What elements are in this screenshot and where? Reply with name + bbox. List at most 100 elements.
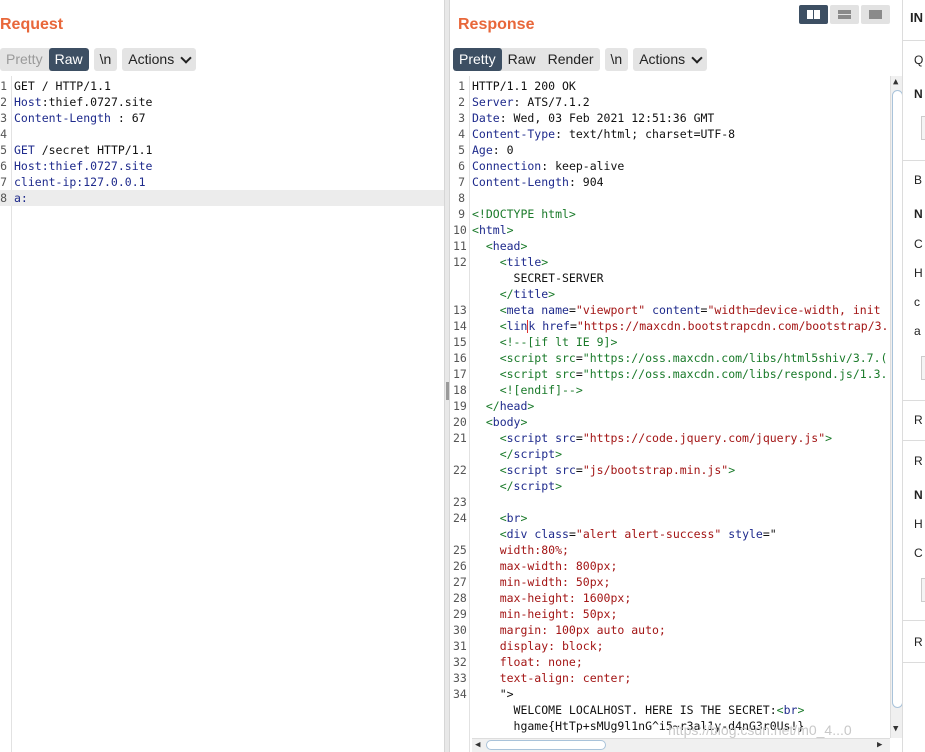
code-line[interactable]: 7 Content-Length: 904 [453, 174, 905, 190]
code-line[interactable]: 18 <![endif]--> [453, 382, 905, 398]
code-line[interactable]: 25 width:80%; [453, 542, 905, 558]
inspector-row[interactable]: H [914, 517, 923, 531]
line-code: <script src="https://code.jquery.com/jqu… [472, 430, 832, 446]
newline-toggle-button[interactable]: \n [604, 48, 629, 71]
inspector-request-label[interactable]: R [914, 413, 923, 427]
code-line[interactable]: 24 <br> [453, 510, 905, 526]
code-line[interactable]: 5 GET /secret HTTP/1.1 [0, 142, 444, 158]
code-line[interactable]: 10 <html> [453, 222, 905, 238]
code-line[interactable]: 4 [0, 126, 444, 142]
code-line[interactable]: 30 margin: 100px auto auto; [453, 622, 905, 638]
line-number: 5 [0, 143, 7, 157]
inspector-row[interactable]: C [914, 237, 923, 251]
code-line[interactable]: 14 <link href="https://maxcdn.bootstrapc… [453, 318, 905, 334]
actions-button[interactable]: Actions [633, 48, 708, 71]
code-line[interactable]: 1 GET / HTTP/1.1 [0, 78, 444, 94]
code-line[interactable]: 9 <!DOCTYPE html> [453, 206, 905, 222]
code-line[interactable]: 3 Content-Length : 67 [0, 110, 444, 126]
inspector-panel: IN Q N B N C H c a R R N H C R [902, 0, 925, 752]
code-line[interactable]: WELCOME LOCALHOST. HERE IS THE SECRET:<b… [453, 702, 905, 718]
layout-single-button[interactable] [861, 5, 890, 24]
line-code: Connection: keep-alive [472, 158, 624, 174]
actions-button[interactable]: Actions [122, 48, 197, 71]
code-line[interactable]: 21 <script src="https://code.jquery.com/… [453, 430, 905, 446]
line-code: <title> [472, 254, 549, 270]
layout-stacked-button[interactable] [830, 5, 859, 24]
code-token: max-height: 1600px; [472, 591, 632, 605]
code-line[interactable]: 2 Server: ATS/7.1.2 [453, 94, 905, 110]
newline-toggle-button[interactable]: \n [93, 48, 118, 71]
line-number: 28 [453, 591, 467, 605]
code-line[interactable]: 32 float: none; [453, 654, 905, 670]
code-line[interactable]: 6 Connection: keep-alive [453, 158, 905, 174]
code-line[interactable]: </title> [453, 286, 905, 302]
inspector-row[interactable]: C [914, 546, 923, 560]
inspector-row[interactable]: c [914, 295, 920, 309]
inspector-query-label[interactable]: Q [914, 53, 923, 67]
code-line[interactable]: 3 Date: Wed, 03 Feb 2021 12:51:36 GMT [453, 110, 905, 126]
code-line[interactable]: 28 max-height: 1600px; [453, 590, 905, 606]
scroll-up-arrow-icon[interactable]: ▲ [893, 77, 898, 87]
code-line[interactable]: 20 <body> [453, 414, 905, 430]
layout-side-by-side-button[interactable] [799, 5, 828, 24]
splitter-grip-icon[interactable] [446, 382, 449, 400]
line-code: <br> [472, 510, 528, 526]
scroll-left-arrow-icon[interactable]: ◀ [475, 740, 480, 750]
code-line[interactable]: 1 HTTP/1.1 200 OK [453, 78, 905, 94]
inspector-add-button[interactable] [921, 356, 925, 380]
code-line[interactable]: 12 <title> [453, 254, 905, 270]
code-line[interactable]: <div class="alert alert-success" style=" [453, 526, 905, 542]
code-token: < [472, 527, 507, 541]
code-line[interactable]: 27 min-width: 50px; [453, 574, 905, 590]
inspector-add-button[interactable] [921, 578, 925, 602]
code-line[interactable]: 4 Content-Type: text/html; charset=UTF-8 [453, 126, 905, 142]
code-line[interactable]: SECRET-SERVER [453, 270, 905, 286]
code-line[interactable]: 2 Host:thief.0727.site [0, 94, 444, 110]
scroll-down-arrow-icon[interactable]: ▼ [893, 724, 898, 734]
code-line[interactable]: </script> [453, 446, 905, 462]
line-number: 8 [458, 191, 465, 205]
code-token: < [776, 703, 784, 717]
horizontal-scrollbar[interactable]: ◀ ▶ [472, 738, 890, 752]
code-line[interactable]: 34 "> [453, 686, 905, 702]
code-token: < [472, 239, 493, 253]
code-line[interactable]: 7 client-ip:127.0.0.1 [0, 174, 444, 190]
code-line[interactable]: 8 a: [0, 190, 444, 206]
code-line[interactable]: 26 max-width: 800px; [453, 558, 905, 574]
code-line[interactable]: 16 <script src="https://oss.maxcdn.com/l… [453, 350, 905, 366]
horizontal-scroll-thumb[interactable] [486, 740, 606, 750]
code-line[interactable]: 13 <meta name="viewport" content="width=… [453, 302, 905, 318]
line-code: SECRET-SERVER [472, 270, 604, 286]
inspector-row[interactable]: H [914, 266, 923, 280]
code-line[interactable]: 29 min-height: 50px; [453, 606, 905, 622]
inspector-label[interactable]: R [914, 635, 923, 649]
response-editor[interactable]: 1 HTTP/1.1 200 OK 2 Server: ATS/7.1.2 3 Date:… [453, 76, 905, 752]
code-line[interactable]: 15 <!--[if lt IE 9]> [453, 334, 905, 350]
code-line[interactable]: 8 [453, 190, 905, 206]
tab-raw[interactable]: Raw [48, 48, 89, 71]
code-token: /secret HTTP/1.1 [34, 143, 153, 157]
inspector-response-label[interactable]: R [914, 454, 923, 468]
inspector-add-button[interactable] [921, 116, 925, 140]
code-line[interactable]: 5 Age: 0 [453, 142, 905, 158]
scroll-right-arrow-icon[interactable]: ▶ [877, 740, 882, 750]
code-line[interactable]: 22 <script src="js/bootstrap.min.js"> [453, 462, 905, 478]
code-line[interactable]: </script> [453, 478, 905, 494]
code-token: : 67 [110, 111, 146, 125]
inspector-row[interactable]: a [914, 324, 921, 338]
code-line[interactable]: 31 display: block; [453, 638, 905, 654]
tab-pretty[interactable]: Pretty [0, 48, 49, 71]
inspector-body-label[interactable]: B [914, 173, 922, 187]
tab-render[interactable]: Render [542, 48, 600, 71]
code-line[interactable]: 11 <head> [453, 238, 905, 254]
code-line[interactable]: 19 </head> [453, 398, 905, 414]
code-line[interactable]: 33 text-align: center; [453, 670, 905, 686]
request-editor[interactable]: 1 GET / HTTP/1.1 2 Host:thief.0727.site 3 Con… [0, 76, 444, 752]
code-token: : 0 [492, 143, 514, 157]
code-line[interactable]: 6 Host:thief.0727.site [0, 158, 444, 174]
code-token: br [506, 511, 521, 525]
code-line[interactable]: 17 <script src="https://oss.maxcdn.com/l… [453, 366, 905, 382]
tab-raw[interactable]: Raw [502, 48, 542, 71]
tab-pretty[interactable]: Pretty [453, 48, 502, 71]
code-line[interactable]: 23 [453, 494, 905, 510]
